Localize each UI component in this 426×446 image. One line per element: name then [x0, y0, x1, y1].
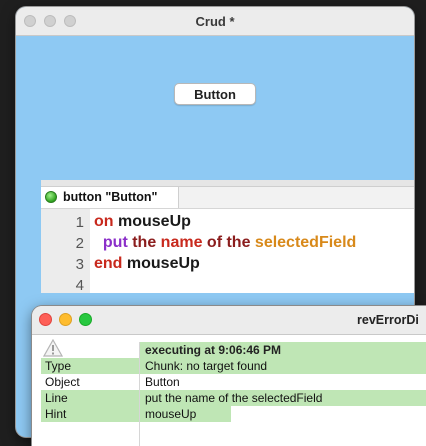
line-number: 2 [75, 235, 84, 252]
handler-name: mouseUp [113, 213, 191, 230]
warning-triangle-icon [43, 339, 63, 357]
property-selectedfield: selectedField [250, 234, 357, 251]
row-key: Hint [45, 407, 67, 421]
error-window-titlebar[interactable]: revErrorDi [32, 306, 426, 335]
line-number: 1 [75, 214, 84, 231]
line-number: 3 [75, 256, 84, 273]
code-line-1[interactable]: on mouseUp [94, 213, 191, 231]
row-key: Type [45, 359, 72, 373]
keyword-end: end [94, 255, 123, 272]
error-details-table: executing at 9:06:46 PM Type Chunk: no t… [41, 339, 426, 446]
row-value: Chunk: no target found [145, 359, 268, 373]
script-editor-top-strip [41, 180, 414, 187]
table-row[interactable]: Object Button [41, 374, 426, 390]
close-window-button[interactable] [39, 313, 52, 326]
stack-window-titlebar[interactable]: Crud * [16, 7, 414, 36]
keyword-the: the [222, 234, 251, 251]
zoom-window-button[interactable] [79, 313, 92, 326]
row-value: mouseUp [145, 407, 197, 421]
line-number-gutter: 1 2 3 4 [41, 209, 90, 293]
keyword-the: the [127, 234, 157, 251]
minimize-window-button[interactable] [59, 313, 72, 326]
row-value: Button [145, 375, 180, 389]
table-row[interactable]: Line put the name of the selectedField [41, 390, 426, 406]
script-tab-label: button "Button" [63, 190, 158, 204]
keyword-put: put [102, 234, 128, 251]
script-tab-button[interactable]: button "Button" [41, 187, 179, 208]
keyword-name: name [156, 234, 203, 251]
table-row[interactable]: Type Chunk: no target found [41, 358, 426, 374]
error-header-row: executing at 9:06:46 PM [139, 342, 426, 358]
error-window-title: revErrorDi [357, 313, 419, 327]
keyword-of: of [202, 234, 223, 251]
row-key: Line [45, 391, 68, 405]
code-line-2[interactable]: put the name of the selectedField [94, 234, 356, 252]
stack-button[interactable]: Button [174, 83, 256, 105]
line-number: 4 [75, 277, 84, 293]
keyword-on: on [94, 213, 114, 230]
error-window: revErrorDi executing at 9:06:46 PM Type … [32, 306, 426, 446]
handler-name: mouseUp [122, 255, 200, 272]
row-key: Object [45, 375, 80, 389]
table-row[interactable]: Hint mouseUp [41, 406, 231, 422]
row-value: put the name of the selectedField [145, 391, 323, 405]
stack-window-title: Crud * [195, 14, 235, 29]
script-editor-tab-bar: button "Button" [41, 187, 414, 209]
green-dot-icon [45, 191, 57, 203]
script-editor: button "Button" 1 2 3 4 on mouseUp put t… [41, 180, 414, 293]
error-header-text: executing at 9:06:46 PM [145, 343, 282, 357]
column-divider [139, 342, 140, 446]
code-line-3[interactable]: end mouseUp [94, 255, 200, 273]
